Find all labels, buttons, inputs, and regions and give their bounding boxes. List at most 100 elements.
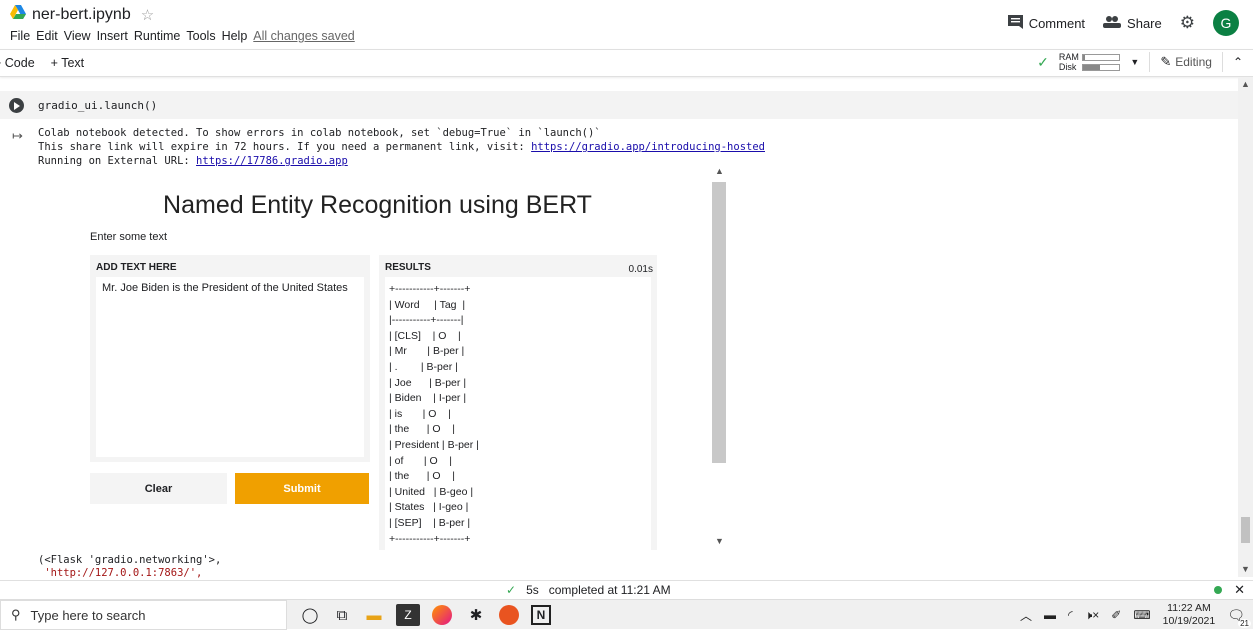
clock-date: 10/19/2021	[1162, 615, 1216, 627]
output-line-3-text: Running on External URL:	[38, 155, 197, 167]
notion-icon[interactable]: N	[531, 605, 551, 625]
search-icon: ⚲	[11, 607, 21, 622]
output-arrow-icon[interactable]: ↦	[12, 128, 23, 144]
add-code-button[interactable]: + Code	[0, 56, 35, 70]
execution-duration: 5s	[526, 583, 539, 597]
return-line-2: 'http://127.0.0.1:7863/',	[38, 567, 203, 579]
results-table: +-----------+-------+ | Word | Tag | |--…	[385, 277, 651, 550]
terminal-app-icon[interactable]: Z	[396, 604, 420, 626]
search-placeholder: Type here to search	[30, 607, 146, 623]
comment-label: Comment	[1028, 15, 1086, 31]
ram-meter	[1081, 54, 1120, 62]
output-time: 0.01s	[628, 264, 653, 275]
drive-logo-icon	[10, 5, 26, 24]
app-title: Named Entity Recognition using BERT	[163, 191, 592, 219]
volume-mute-icon[interactable]: 🕨×	[1085, 608, 1100, 623]
firefox-icon[interactable]	[430, 604, 454, 626]
output-line-2: This share link will expire in 72 hours.…	[38, 141, 765, 153]
connected-check-icon: ✓	[1037, 53, 1049, 70]
menu-help[interactable]: Help	[222, 29, 248, 43]
windows-taskbar: ⚲ Type here to search ◯ ⧉ ▬ Z ✱ N ︿ ▬ ◜ …	[0, 599, 1253, 630]
app-description: Enter some text	[90, 231, 168, 243]
collapse-chevron-up-icon[interactable]: ⌃	[1233, 55, 1243, 69]
output-line-3: Running on External URL: https://17786.g…	[38, 155, 348, 167]
pencil-icon: ✎	[1160, 54, 1172, 69]
chevron-up-icon[interactable]: ︿	[1020, 607, 1032, 624]
settings-gear-icon[interactable]: ⚙	[1180, 13, 1195, 33]
iframe-scroll-thumb[interactable]	[712, 182, 726, 463]
menu-view[interactable]: View	[64, 29, 91, 43]
menu-file[interactable]: File	[10, 29, 30, 43]
scroll-down-icon[interactable]: ▼	[1241, 564, 1250, 574]
main-scrollbar[interactable]: ▲ ▼	[1238, 77, 1253, 577]
file-explorer-icon[interactable]: ▬	[362, 604, 386, 626]
resources-indicator[interactable]: RAM Disk	[1059, 52, 1121, 72]
menu-bar: File Edit View Insert Runtime Tools Help…	[10, 29, 355, 43]
clock-time: 11:22 AM	[1167, 602, 1211, 614]
comment-icon	[1007, 14, 1023, 32]
menu-insert[interactable]: Insert	[97, 29, 128, 43]
menu-edit[interactable]: Edit	[36, 29, 58, 43]
share-label: Share	[1127, 15, 1162, 31]
input-label: ADD TEXT HERE	[96, 262, 177, 273]
disk-label: Disk	[1058, 62, 1077, 72]
code-cell[interactable]	[0, 91, 1238, 119]
header-actions: Comment Share ⚙ G	[1007, 10, 1239, 36]
run-cell-button[interactable]	[9, 98, 24, 113]
resources-dropdown-icon[interactable]: ▼	[1130, 57, 1139, 67]
share-button[interactable]: Share	[1103, 15, 1162, 31]
title-row: ner-bert.ipynb ☆	[10, 5, 154, 24]
status-bar: ✓ 5s completed at 11:21 AM ✕	[0, 580, 1253, 598]
clear-button[interactable]: Clear	[90, 473, 227, 504]
menu-runtime[interactable]: Runtime	[134, 29, 181, 43]
return-value-output: (<Flask 'gradio.networking'>, 'http://12…	[38, 554, 221, 580]
system-tray: ︿ ▬ ◜ 🕨× ✐ ⌨ 11:22 AM 10/19/2021 🗨 21	[1020, 600, 1251, 630]
main-scroll-thumb[interactable]	[1241, 517, 1250, 543]
battery-icon[interactable]: ▬	[1044, 608, 1056, 622]
output-line-2-text: This share link will expire in 72 hours.…	[38, 141, 532, 153]
menu-tools[interactable]: Tools	[186, 29, 215, 43]
save-status-link[interactable]: All changes saved	[253, 29, 354, 43]
output-line-1: Colab notebook detected. To show errors …	[38, 127, 601, 139]
wifi-icon[interactable]: ◜	[1068, 608, 1073, 622]
colab-header: ner-bert.ipynb ☆ File Edit View Insert R…	[0, 0, 1253, 48]
pen-icon[interactable]: ✐	[1111, 608, 1121, 622]
check-icon: ✓	[506, 583, 517, 597]
notebook-title[interactable]: ner-bert.ipynb	[32, 6, 131, 24]
output-label: RESULTS	[385, 262, 431, 273]
ram-label: RAM	[1058, 52, 1079, 62]
notification-count: 21	[1238, 618, 1251, 628]
ubuntu-icon[interactable]	[497, 604, 521, 626]
disk-meter	[1082, 64, 1121, 72]
add-text-button[interactable]: + Text	[51, 56, 84, 70]
scroll-down-icon[interactable]: ▼	[715, 536, 724, 546]
divider	[1149, 52, 1151, 72]
scroll-up-icon[interactable]: ▲	[1241, 79, 1250, 89]
taskbar-search-box[interactable]: ⚲ Type here to search	[0, 600, 287, 630]
connected-dot-icon	[1214, 586, 1223, 594]
avatar[interactable]: G	[1213, 10, 1239, 36]
editing-mode-button[interactable]: Editing	[1175, 55, 1212, 69]
cell-code[interactable]: gradio_ui.launch()	[38, 99, 157, 112]
scroll-up-icon[interactable]: ▲	[715, 166, 724, 176]
close-icon[interactable]: ✕	[1234, 582, 1245, 598]
output-panel: RESULTS 0.01s +-----------+-------+ | Wo…	[379, 255, 657, 550]
cortana-circle-icon[interactable]: ◯	[298, 604, 322, 626]
text-input[interactable]: Mr. Joe Biden is the President of the Un…	[96, 277, 364, 457]
comment-button[interactable]: Comment	[1007, 14, 1086, 32]
return-line-1: (<Flask 'gradio.networking'>,	[38, 554, 222, 566]
keyboard-icon[interactable]: ⌨	[1133, 608, 1150, 622]
notification-icon[interactable]: 🗨 21	[1227, 607, 1251, 628]
external-url-link[interactable]: https://17786.gradio.app	[196, 155, 348, 167]
people-icon	[1103, 15, 1122, 31]
hosted-link[interactable]: https://gradio.app/introducing-hosted	[531, 141, 765, 153]
notebook-toolbar: + Code + Text ✓ RAM Disk ▼ ✎ Editing ⌃	[0, 49, 1253, 77]
submit-button[interactable]: Submit	[235, 473, 369, 504]
clock[interactable]: 11:22 AM 10/19/2021	[1163, 602, 1216, 628]
star-icon[interactable]: ☆	[141, 6, 154, 24]
slack-icon[interactable]: ✱	[464, 604, 488, 626]
input-panel: ADD TEXT HERE Mr. Joe Biden is the Presi…	[90, 255, 370, 462]
task-view-icon[interactable]: ⧉	[330, 604, 354, 626]
divider	[1221, 52, 1223, 72]
iframe-scrollbar[interactable]: ▲ ▼	[707, 166, 727, 550]
